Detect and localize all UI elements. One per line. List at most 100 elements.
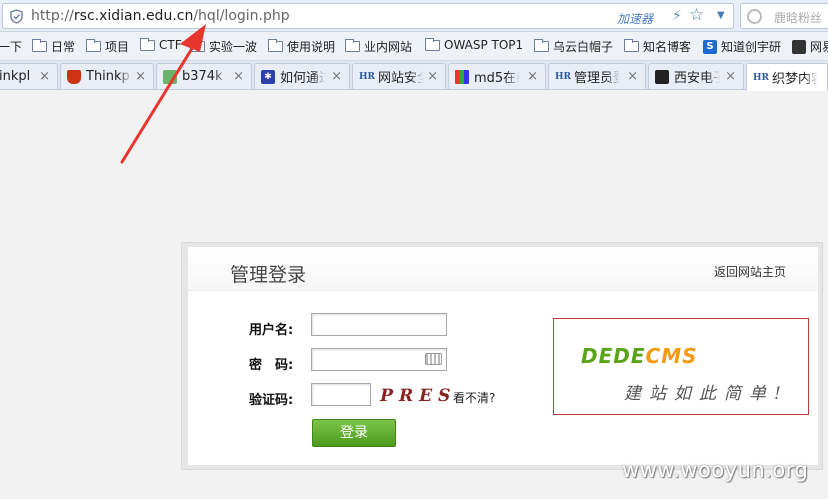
keyboard-icon[interactable] [425,353,442,365]
browser-tab[interactable]: Thinkp × [60,63,154,89]
search-engine-icon [747,9,762,24]
chevron-down-icon[interactable]: ▼ [717,10,725,21]
wangyi-icon [792,39,806,54]
star-icon[interactable]: ☆ [689,5,704,25]
bookmark-label: OWASP TOP1 [444,38,524,52]
close-icon[interactable]: × [331,69,342,84]
bookmark-item[interactable]: 一下 [0,38,22,55]
tab-title: 如何通过 [280,71,326,86]
page-title: 管理登录 [230,264,307,286]
close-icon[interactable]: × [627,69,638,84]
hr-favicon-icon: HR [359,71,375,82]
tab-title: 网站安全 [378,71,424,86]
folder-icon [32,39,47,52]
search-placeholder: 鹿晗粉丝 [774,11,823,25]
bookmark-label: 使用说明 [287,40,336,54]
tab-title: b374k [182,69,223,84]
folder-icon [140,37,155,51]
browser-tab[interactable]: ✱ 如何通过 × [254,63,350,89]
grid-favicon-icon [455,69,469,84]
close-icon[interactable]: × [527,69,538,84]
bookmark-label: 日常 [51,40,76,54]
url-path: /hql/login.php [193,8,290,24]
bookmark-folder[interactable]: CTF [140,37,182,52]
address-bar: http://rsc.xidian.edu.cn/hql/login.php 加… [0,0,828,32]
bookmark-folder[interactable]: 使用说明 [268,38,335,55]
dedecms-banner: DEDECMS 建站如此简单! [553,318,809,415]
url-text[interactable]: http://rsc.xidian.edu.cn/hql/login.php [31,8,290,24]
bookmark-label: 项目 [105,40,130,54]
close-icon[interactable]: × [135,69,146,84]
dedecms-logo: DEDECMS [581,344,698,368]
paw-favicon-icon: ✱ [261,69,275,84]
browser-tab[interactable]: inkpl × [0,63,58,89]
tab-title: 管理员登 [574,71,620,86]
folder-icon [190,39,205,52]
bookmark-label: 网易 [810,40,828,54]
folder-icon [425,37,440,51]
bookmark-folder[interactable]: 日常 [32,38,75,55]
bookmarks-bar: 一下 日常 项目 CTF 实验一波 使用说明 业内网站 OWASP TOP1 乌… [0,33,828,61]
b374k-favicon-icon [163,69,177,84]
bookmark-label: 一下 [0,40,23,54]
tab-title: 西安电子 [674,71,720,86]
close-icon[interactable]: × [233,69,244,84]
bookmark-item[interactable]: S 知道创宇研 [703,38,781,55]
login-header: 管理登录 返回网站主页 [188,247,818,291]
browser-tab[interactable]: HR 管理员登 × [548,63,646,89]
bookmark-label: 实验一波 [209,40,258,54]
password-input[interactable] [311,348,447,371]
back-to-site-link[interactable]: 返回网站主页 [714,263,786,280]
captcha-refresh-link[interactable]: 看不清? [453,389,495,406]
login-button[interactable]: 登录 [312,419,396,447]
captcha-label: 验证码: [249,393,294,408]
close-icon[interactable]: × [39,69,50,84]
tab-strip: inkpl × Thinkp × b374k × ✱ 如何通过 × HR 网站安… [0,61,828,91]
close-icon[interactable]: × [427,69,438,84]
login-panel: 管理登录 返回网站主页 用户名: 密 码: 验证码: PRES 看不清? 登录 … [181,242,823,470]
bookmark-label: 业内网站 [364,40,413,54]
bookmark-item[interactable]: 网易 [792,38,828,55]
tab-title: 织梦内容 [772,72,818,87]
bookmark-folder[interactable]: 乌云白帽子 [534,38,613,55]
captcha-image[interactable]: PRES [378,386,458,406]
brand-slogan: 建站如此简单! [624,384,789,404]
accelerator-button[interactable]: 加速器 [617,10,653,27]
bookmark-label: 乌云白帽子 [553,40,614,54]
close-icon[interactable]: × [725,69,736,84]
bookmark-label: 知名博客 [643,40,692,54]
search-field[interactable]: 鹿晗粉丝 [740,3,828,29]
username-input[interactable] [311,313,447,336]
browser-tab[interactable]: md5在线 × [448,63,546,89]
bookmark-folder[interactable]: 实验一波 [190,38,257,55]
bookmark-folder[interactable]: 知名博客 [624,38,691,55]
captcha-input[interactable] [311,383,371,406]
logo-left-text: DEDE [581,344,646,368]
hr-favicon-icon: HR [753,72,769,83]
tab-title: Thinkp [86,69,130,84]
xidian-favicon-icon [655,69,669,84]
lightning-icon[interactable]: ⚡ [672,8,682,24]
browser-tab[interactable]: b374k × [156,63,252,89]
bookmark-folder[interactable]: 业内网站 [345,38,412,55]
folder-icon [345,39,360,52]
browser-tab[interactable]: 西安电子 × [648,63,744,89]
login-panel-inner: 管理登录 返回网站主页 用户名: 密 码: 验证码: PRES 看不清? 登录 … [188,247,818,465]
browser-tab-active[interactable]: HR 织梦内容 [746,63,828,91]
browser-tab[interactable]: HR 网站安全 × [352,63,446,89]
folder-icon [624,39,639,52]
tab-title: md5在线 [474,71,520,86]
url-prefix: http:// [31,8,74,24]
bookmark-label: 知道创宇研 [721,40,782,54]
username-label: 用户名: [249,323,294,338]
password-label: 密 码: [249,358,294,373]
folder-icon [534,39,549,52]
bookmark-folder[interactable]: OWASP TOP1 [425,37,524,52]
url-host: rsc.xidian.edu.cn [73,8,194,24]
bookmark-label: CTF [159,38,182,52]
bookmark-folder[interactable]: 项目 [86,38,129,55]
url-field[interactable]: http://rsc.xidian.edu.cn/hql/login.php 加… [2,3,734,29]
security-shield-icon[interactable] [9,9,24,24]
folder-icon [86,39,101,52]
watermark: www.wooyun.org [622,458,809,482]
